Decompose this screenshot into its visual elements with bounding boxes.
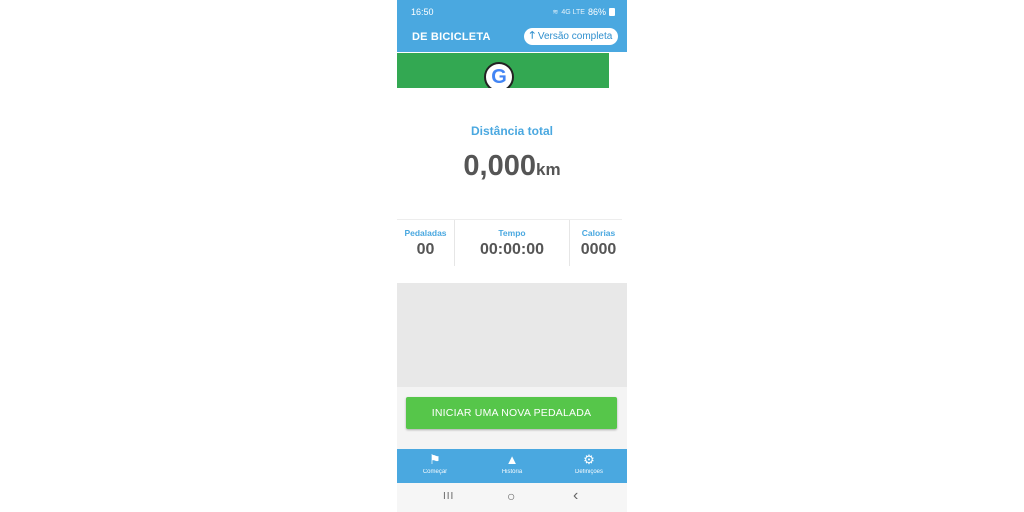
stat-calories: Calorias 0000 xyxy=(570,219,627,266)
distance-unit: km xyxy=(536,160,561,179)
google-logo: G xyxy=(484,62,514,88)
wifi-icon: ≋ xyxy=(552,9,559,16)
google-logo-letter: G xyxy=(491,65,507,88)
start-button-area: INICIAR UMA NOVA PEDALADA xyxy=(397,387,627,449)
status-indicators: ≋ 4G LTE 86% xyxy=(552,7,615,17)
gear-icon: ⚙ xyxy=(583,452,595,467)
stat-calories-label: Calorias xyxy=(581,228,616,238)
stat-time-value: 00:00:00 xyxy=(479,241,545,258)
battery-icon xyxy=(609,8,615,16)
app-title: DE BICICLETA xyxy=(412,31,491,43)
app-bar: DE BICICLETA 🡑 Versão completa xyxy=(397,22,627,52)
nav-item-start[interactable]: ⚑ Começar xyxy=(400,452,470,476)
stats-row: Pedaladas 00 Tempo 00:00:00 Calorias 000… xyxy=(397,219,627,266)
bottom-navigation: ⚑ Começar ▲ História ⚙ Definições xyxy=(397,449,627,483)
total-distance-value: 0,000km xyxy=(397,150,627,183)
stat-rides-label: Pedaladas xyxy=(404,228,447,238)
nav-label-start: Começar xyxy=(422,469,448,475)
recents-button[interactable]: III xyxy=(443,491,454,502)
full-version-button[interactable]: 🡑 Versão completa xyxy=(524,28,618,45)
battery-percent: 86% xyxy=(587,7,606,17)
distance-number: 0,000 xyxy=(463,150,536,182)
stat-rides: Pedaladas 00 xyxy=(397,219,454,266)
signal-icon: 4G LTE xyxy=(561,8,585,16)
phone-screen: 16:50 ≋ 4G LTE 86% DE BICICLETA 🡑 Versão… xyxy=(397,0,627,512)
stat-time-label: Tempo xyxy=(498,228,526,238)
start-new-ride-button[interactable]: INICIAR UMA NOVA PEDALADA xyxy=(406,397,617,429)
back-button[interactable]: ‹ xyxy=(573,487,578,505)
arrow-up-icon: 🡑 xyxy=(529,30,535,41)
ad-banner[interactable]: G xyxy=(397,53,609,88)
total-distance-label: Distância total xyxy=(470,124,554,138)
road-icon: ▲ xyxy=(505,452,519,467)
nav-item-history[interactable]: ▲ História xyxy=(477,452,547,476)
status-bar: 16:50 ≋ 4G LTE 86% xyxy=(397,0,627,22)
nav-label-settings: Definições xyxy=(574,469,603,475)
status-time: 16:50 xyxy=(411,7,434,17)
stat-time: Tempo 00:00:00 xyxy=(455,219,569,266)
home-button[interactable]: ○ xyxy=(507,488,515,504)
flag-icon: ⚑ xyxy=(429,452,441,467)
full-version-label: Versão completa xyxy=(537,31,613,42)
stat-calories-value: 0000 xyxy=(580,241,617,258)
nav-label-history: História xyxy=(501,469,523,475)
system-navigation-bar: III ○ ‹ xyxy=(397,483,627,512)
nav-item-settings[interactable]: ⚙ Definições xyxy=(554,452,624,476)
stat-rides-value: 00 xyxy=(416,241,435,258)
map-placeholder xyxy=(397,283,627,387)
